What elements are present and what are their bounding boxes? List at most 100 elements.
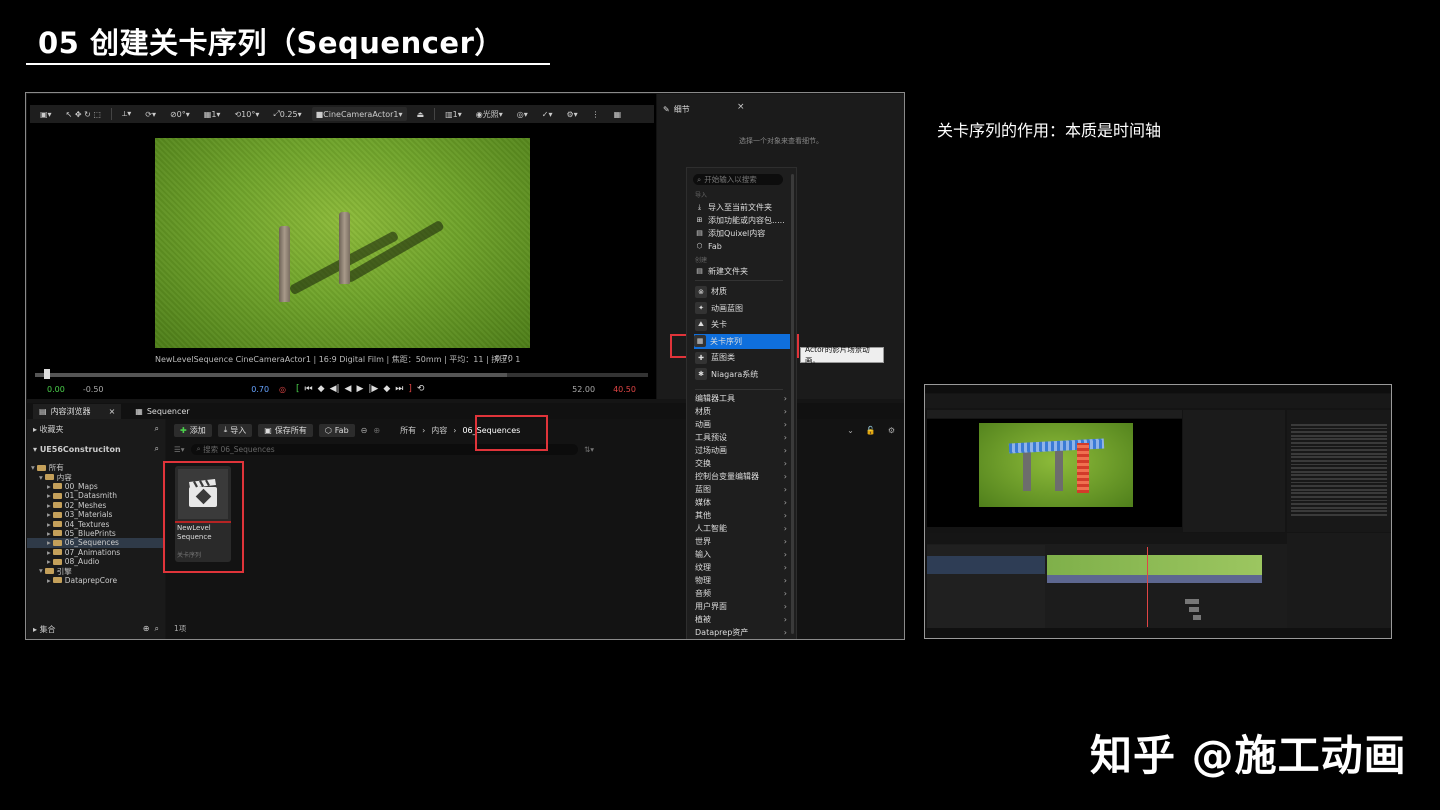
search-icon[interactable]: ⌕ xyxy=(155,444,159,454)
folder-tree-item[interactable]: ▸ 07_Animations xyxy=(27,548,165,557)
folder-tree-item[interactable]: ▸ 03_Materials xyxy=(27,510,165,519)
menu-submenu-item[interactable]: 材质 › xyxy=(695,405,787,418)
menu-search-input[interactable]: ⌕ 开始输入以搜索 xyxy=(693,174,783,185)
grid-snap[interactable]: ▦ 1 ▾ xyxy=(200,107,225,121)
tab-sequencer[interactable]: ▦ Sequencer xyxy=(129,405,195,418)
level-viewport[interactable]: ▣▾ ↖ ✥ ↻ ⬚ ⟂▾ ⟳▾ ⊘ 0° ▾ ▦ 1 ▾ ⟲ 10° ▾ ⤢ 0.2… xyxy=(27,94,656,399)
chevron-icon[interactable]: ▸ xyxy=(47,557,51,566)
menu-item-create-asset[interactable]: ⊗ 材质 xyxy=(695,284,787,299)
menu-submenu-item[interactable]: 物理 › xyxy=(695,574,787,587)
chevron-icon[interactable]: ▸ xyxy=(47,491,51,500)
menu-submenu-item[interactable]: 动画 › xyxy=(695,418,787,431)
folder-tree-item[interactable]: ▾ 所有 xyxy=(27,463,165,472)
menu-item-import[interactable]: ⊞ 添加功能或内容包..... xyxy=(695,214,787,226)
settings-icon[interactable]: ⚙ xyxy=(888,426,895,435)
menu-submenu-item[interactable]: 世界 › xyxy=(695,535,787,548)
menu-item-create-asset[interactable]: ✚ 蓝图类 xyxy=(695,350,787,365)
lit-mode[interactable]: ◉ 光照 ▾ xyxy=(472,107,507,121)
folder-tree-item[interactable]: ▸ 00_Maps xyxy=(27,482,165,491)
perf-icon[interactable]: ✓▾ xyxy=(538,107,557,121)
search-icon[interactable]: ⌕ xyxy=(155,624,159,633)
folder-tree-item[interactable]: ▸ 08_Audio xyxy=(27,557,165,566)
menu-submenu-item[interactable]: 控制台变量编辑器 › xyxy=(695,470,787,483)
folder-tree-item[interactable]: ▾ 内容 xyxy=(27,472,165,482)
menu-item-import[interactable]: ▤ 添加Quixel内容 xyxy=(695,227,787,239)
tab-content-browser[interactable]: ▤ 内容浏览器 × xyxy=(33,403,122,419)
menu-submenu-item[interactable]: 植被 › xyxy=(695,613,787,626)
angle-snap[interactable]: ⊘ 0° ▾ xyxy=(166,107,194,121)
rotation-snap[interactable]: ⟲ 10° ▾ xyxy=(230,107,263,121)
chevron-down-icon[interactable]: ⌄ xyxy=(847,426,854,435)
skip-start-icon[interactable]: ⏮ xyxy=(305,384,313,394)
add-button[interactable]: ✚ 添加 xyxy=(174,423,212,437)
chevron-icon[interactable]: ▾ xyxy=(31,463,35,472)
folder-tree-item[interactable]: ▸ 04_Textures xyxy=(27,519,165,529)
more-icon[interactable]: ⋮ xyxy=(588,107,604,121)
play-icon[interactable]: ▶ xyxy=(356,384,363,394)
menu-submenu-item[interactable]: 编辑器工具 › xyxy=(695,392,787,405)
folder-tree-item[interactable]: ▸ 01_Datasmith xyxy=(27,491,165,500)
skip-end-icon[interactable]: ⏭ xyxy=(395,384,403,394)
close-icon[interactable]: × xyxy=(109,407,116,416)
chevron-icon[interactable]: ▾ xyxy=(39,473,43,482)
layout-icon[interactable]: ▦ xyxy=(610,107,626,121)
reverse-icon[interactable]: ◀ xyxy=(345,384,352,394)
chevron-icon[interactable]: ▸ xyxy=(47,501,51,510)
filter-icon[interactable]: ☰▾ xyxy=(174,445,185,454)
chevron-icon[interactable]: ▸ xyxy=(47,529,51,538)
menu-submenu-item[interactable]: 人工智能 › xyxy=(695,522,787,535)
folder-tree-item[interactable]: ▸ 02_Meshes xyxy=(27,501,165,510)
next-key-icon[interactable]: ◆ xyxy=(383,384,390,394)
scale-snap[interactable]: ⤢ 0.25 ▾ xyxy=(269,107,305,121)
back-icon[interactable]: ⊖ xyxy=(361,426,368,435)
rotate-snap-icon[interactable]: ⟳▾ xyxy=(141,107,160,121)
chevron-icon[interactable]: ▸ xyxy=(47,482,51,491)
timeline-scrubber[interactable] xyxy=(35,373,648,377)
menu-item-import[interactable]: ⤓ 导入至当前文件夹 xyxy=(695,201,787,213)
menu-submenu-item[interactable]: 其他 › xyxy=(695,509,787,522)
search-icon[interactable]: ⌕ xyxy=(155,424,159,434)
breadcrumb-all[interactable]: 所有 xyxy=(400,425,416,436)
folder-tree-item[interactable]: ▸ DataprepCore xyxy=(27,576,165,585)
menu-item-create-asset[interactable]: ⛰ 关卡 xyxy=(695,317,787,332)
collections-row[interactable]: ▸ 集合 ⊕ ⌕ xyxy=(33,623,159,635)
fab-button[interactable]: ⬡ Fab xyxy=(318,423,355,437)
camera-selector[interactable]: ■ CineCameraActor1 ▾ xyxy=(311,107,407,121)
select-mode-icon[interactable]: ▣▾ xyxy=(36,107,56,121)
menu-submenu-item[interactable]: Dataprep资产 › xyxy=(695,626,787,639)
import-button[interactable]: ⤓ 导入 xyxy=(217,423,253,437)
menu-scrollbar[interactable] xyxy=(791,174,794,634)
folder-tree-item[interactable]: ▾ 引擎 xyxy=(27,566,165,575)
menu-submenu-item[interactable]: 输入 › xyxy=(695,548,787,561)
breadcrumb-content[interactable]: 内容 xyxy=(431,425,447,436)
menu-submenu-item[interactable]: 工具预设 › xyxy=(695,431,787,444)
menu-submenu-item[interactable]: 过场动画 › xyxy=(695,444,787,457)
transform-tools[interactable]: ↖ ✥ ↻ ⬚ xyxy=(62,107,105,121)
show-flags-icon[interactable]: ◎▾ xyxy=(513,107,532,121)
add-icon[interactable]: ⊕ xyxy=(143,624,150,633)
settings-icon[interactable]: ⚙▾ xyxy=(562,107,581,121)
project-row[interactable]: ▾ UE56Construciton ⌕ xyxy=(33,443,159,455)
forward-icon[interactable]: ⊕ xyxy=(373,426,380,435)
menu-item-create-asset[interactable]: ✦ 动画蓝图 xyxy=(695,301,787,316)
menu-item-import[interactable]: ⬡ Fab xyxy=(695,240,787,252)
pivot-icon[interactable]: ⟂▾ xyxy=(118,107,135,121)
mark-out-icon[interactable]: ] xyxy=(408,384,412,394)
chevron-icon[interactable]: ▾ xyxy=(39,566,43,575)
chevron-icon[interactable]: ▸ xyxy=(47,548,51,557)
menu-item-create-asset[interactable]: ✱ Niagara系统 xyxy=(695,367,787,382)
prev-key-icon[interactable]: ◆ xyxy=(318,384,325,394)
chevron-icon[interactable]: ▸ xyxy=(47,538,51,547)
mark-in-icon[interactable]: [ xyxy=(296,384,300,394)
folder-tree-item[interactable]: ▸ 06_Sequences xyxy=(27,538,165,548)
step-forward-icon[interactable]: |▶ xyxy=(368,384,378,394)
record-icon[interactable]: ◎ xyxy=(279,385,286,394)
folder-tree-item[interactable]: ▸ 05_BluePrints xyxy=(27,529,165,538)
menu-item-level-sequence[interactable]: ▦ 关卡序列 xyxy=(694,333,790,349)
sort-icon[interactable]: ⇅▾ xyxy=(584,445,594,454)
viewport-layout[interactable]: ▥ 1 ▾ xyxy=(441,107,466,121)
menu-submenu-item[interactable]: 纹理 › xyxy=(695,561,787,574)
tab-details[interactable]: ✎ 细节 xyxy=(657,102,696,116)
chevron-icon[interactable]: ▸ xyxy=(47,510,51,519)
menu-submenu-item[interactable]: 媒体 › xyxy=(695,496,787,509)
